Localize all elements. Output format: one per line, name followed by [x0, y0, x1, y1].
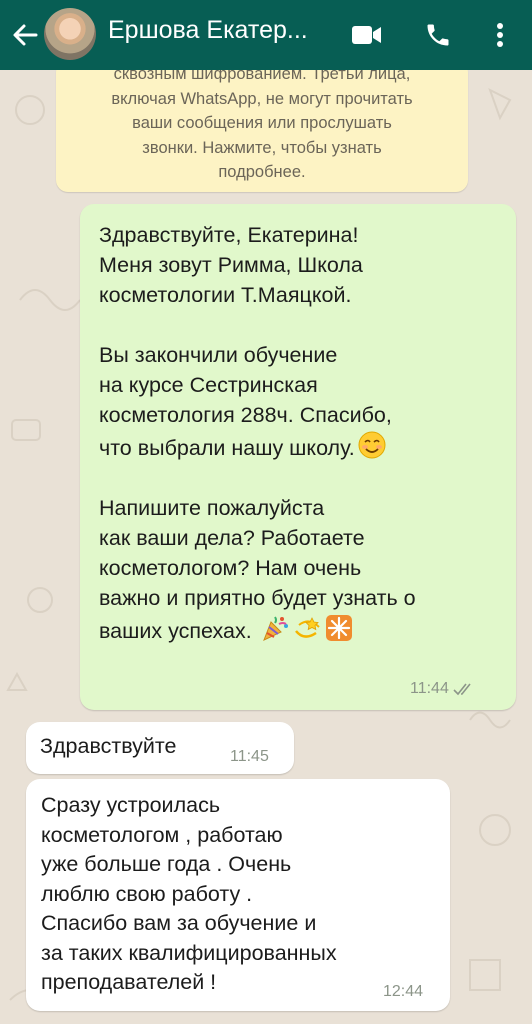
message-line: за таких квалифицированных [41, 940, 337, 965]
phone-icon [427, 24, 449, 46]
message-line: косметологом , работаю [41, 822, 283, 847]
voice-call-button[interactable] [420, 17, 456, 53]
message-line: Меня зовут Римма, Школа [99, 253, 363, 277]
notice-line: звонки. Нажмите, чтобы узнать [142, 138, 382, 157]
message-time: 12:44 [383, 983, 424, 1000]
back-button[interactable] [8, 18, 42, 52]
message-line: важно и приятно будет узнать о [99, 586, 416, 610]
message-line: ваших успехах. [99, 613, 499, 646]
message-line: как ваши дела? Работаете [99, 526, 365, 550]
message-line: уже больше года . Очень [41, 852, 292, 876]
smiling-face-icon [358, 431, 386, 459]
time-text: 11:44 [410, 680, 449, 697]
sparkle-icon [325, 615, 352, 641]
arrow-left-icon [13, 24, 38, 46]
message-text: что выбрали нашу школу. [99, 436, 355, 460]
notice-line: включая WhatsApp, не могут прочитать [111, 89, 413, 108]
contact-name[interactable]: Ершова Екатер... [108, 16, 330, 45]
message-time: 11:45 [230, 748, 269, 765]
message-line: Здравствуйте, Екатерина! [99, 223, 359, 247]
notice-line: подробнее. [218, 163, 306, 181]
message-line: косметологом? Нам очень [99, 556, 362, 580]
incoming-message[interactable]: Сразу устроилась косметологом , работаю … [26, 779, 450, 1011]
contact-avatar[interactable] [44, 8, 96, 60]
outgoing-message[interactable]: Здравствуйте, Екатерина! Меня зовут Римм… [80, 204, 516, 710]
double-check-icon [453, 683, 471, 695]
incoming-message[interactable]: Здравствуйте 11:45 [26, 722, 294, 774]
message-text: ваших успехах. [99, 619, 252, 643]
message-line: преподавателей ! [41, 970, 217, 994]
notice-line: ваши сообщения или прослушать [132, 114, 392, 132]
party-popper-icon [262, 616, 288, 641]
dizzy-star-icon [294, 617, 320, 638]
video-call-button[interactable] [349, 17, 385, 53]
message-line: люблю свою работу . [41, 881, 253, 906]
message-line: Здравствуйте [40, 734, 177, 758]
message-time: 11:44 [410, 680, 475, 698]
message-line: косметологии Т.Маяцкой. [99, 283, 352, 307]
message-line: что выбрали нашу школу. [99, 430, 499, 463]
message-line: на курсе Сестринская [99, 373, 318, 397]
more-vert-icon [497, 23, 503, 47]
message-line: косметология 288ч. Спасибо, [99, 403, 392, 427]
chat-header: Ершова Екатер... [0, 0, 532, 70]
message-line: Спасибо вам за обучение и [41, 911, 317, 935]
message-line: Напишите пожалуйста [99, 496, 325, 520]
message-line: Сразу устроилась [41, 793, 221, 817]
more-options-button[interactable] [482, 17, 518, 53]
video-camera-icon [352, 26, 381, 44]
encryption-notice[interactable]: сквозным шифрованием. Третьи лица, включ… [56, 60, 468, 192]
message-line: Вы закончили обучение [99, 343, 338, 367]
